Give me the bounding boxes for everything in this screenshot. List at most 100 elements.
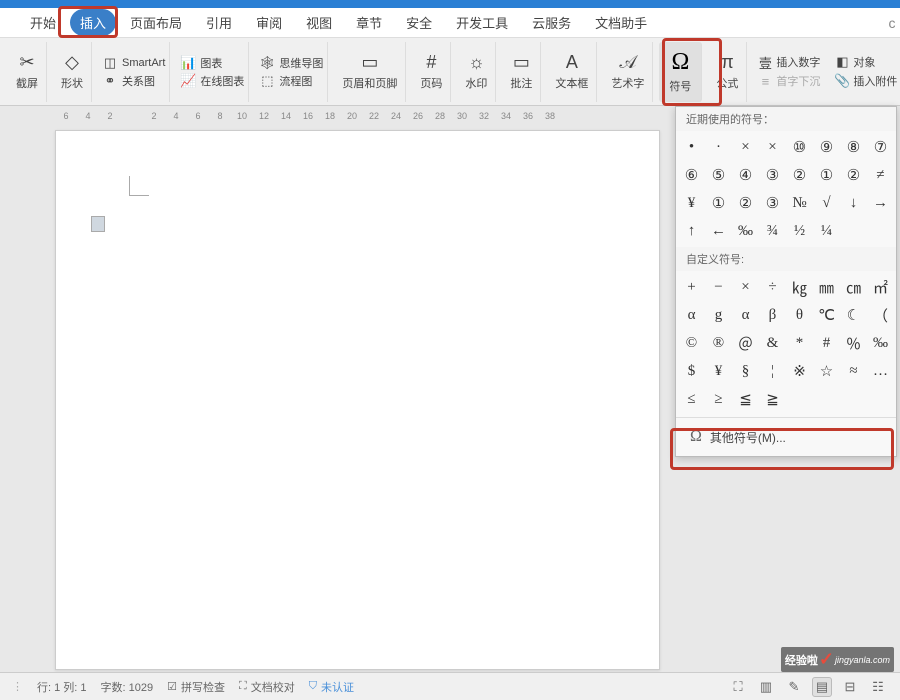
symbol-cell[interactable]: ¥: [678, 189, 705, 217]
symbol-cell[interactable]: ⑩: [786, 133, 813, 161]
object-button[interactable]: ◧对象: [834, 54, 897, 70]
symbol-cell[interactable]: ≠: [867, 161, 894, 189]
symbol-cell[interactable]: ①: [813, 161, 840, 189]
symbol-cell[interactable]: +: [678, 273, 705, 301]
symbol-cell[interactable]: α: [678, 301, 705, 329]
symbol-cell[interactable]: ㎝: [840, 273, 867, 301]
status-line-col[interactable]: 行: 1 列: 1: [37, 679, 87, 695]
symbol-cell[interactable]: §: [732, 357, 759, 385]
symbol-cell[interactable]: ¦: [759, 357, 786, 385]
symbol-cell[interactable]: ℃: [813, 301, 840, 329]
insert-number-button[interactable]: 壹插入数字: [757, 54, 820, 70]
symbol-cell[interactable]: ＠: [732, 329, 759, 357]
menu-cloud[interactable]: 云服务: [522, 9, 581, 36]
view-edit-button[interactable]: ✎: [784, 677, 804, 697]
shape-button[interactable]: ◇ 形状: [53, 42, 92, 102]
symbol-cell[interactable]: →: [867, 189, 894, 217]
page-number-button[interactable]: # 页码: [412, 42, 451, 102]
symbol-cell[interactable]: −: [705, 273, 732, 301]
mindmap-button[interactable]: 🕸思维导图: [259, 55, 323, 71]
status-spell-check[interactable]: ☑拼写检查: [167, 679, 225, 695]
symbol-cell[interactable]: ⑥: [678, 161, 705, 189]
menu-page-layout[interactable]: 页面布局: [120, 9, 192, 36]
first-underline-button[interactable]: ≡首字下沉: [757, 73, 820, 89]
symbol-cell[interactable]: ‰: [867, 329, 894, 357]
symbol-cell[interactable]: ®: [705, 329, 732, 357]
menu-review[interactable]: 审阅: [246, 9, 292, 36]
menu-dev-tools[interactable]: 开发工具: [446, 9, 518, 36]
symbol-cell[interactable]: ③: [759, 189, 786, 217]
symbol-cell[interactable]: ×: [732, 133, 759, 161]
insert-attachment-button[interactable]: 📎插入附件: [834, 73, 897, 89]
symbol-cell[interactable]: ≧: [759, 385, 786, 413]
symbol-cell[interactable]: ⑧: [840, 133, 867, 161]
status-doc-proof[interactable]: ⛶文档校对: [239, 679, 295, 695]
status-word-count[interactable]: 字数: 1029: [101, 679, 154, 695]
symbol-cell[interactable]: ≥: [705, 385, 732, 413]
symbol-cell[interactable]: ≦: [732, 385, 759, 413]
view-fullscreen-button[interactable]: ⛶: [728, 677, 748, 697]
symbol-cell[interactable]: №: [786, 189, 813, 217]
symbol-cell[interactable]: ≈: [840, 357, 867, 385]
menu-view[interactable]: 视图: [296, 9, 342, 36]
symbol-cell[interactable]: ¼: [813, 217, 840, 245]
symbol-cell[interactable]: ×: [759, 133, 786, 161]
symbol-cell[interactable]: …: [867, 357, 894, 385]
symbol-cell[interactable]: θ: [786, 301, 813, 329]
symbol-cell[interactable]: ←: [705, 217, 732, 245]
smartart-button[interactable]: ◫SmartArt: [102, 55, 165, 71]
symbol-cell[interactable]: #: [813, 329, 840, 357]
symbol-cell[interactable]: ©: [678, 329, 705, 357]
menu-security[interactable]: 安全: [396, 9, 442, 36]
header-footer-button[interactable]: ▭ 页眉和页脚: [334, 42, 406, 102]
symbol-cell[interactable]: ×: [732, 273, 759, 301]
view-web-button[interactable]: ☷: [868, 677, 888, 697]
symbol-cell[interactable]: g: [705, 301, 732, 329]
symbol-cell[interactable]: （: [867, 301, 894, 329]
flowchart-button[interactable]: ⬚流程图: [259, 73, 323, 89]
symbol-cell[interactable]: ※: [786, 357, 813, 385]
menu-insert[interactable]: 插入: [70, 9, 116, 36]
symbol-cell[interactable]: ③: [759, 161, 786, 189]
symbol-cell[interactable]: ②: [840, 161, 867, 189]
symbol-cell[interactable]: ㎜: [813, 273, 840, 301]
symbol-cell[interactable]: ①: [705, 189, 732, 217]
screenshot-button[interactable]: ✂ 截屏: [8, 42, 47, 102]
formula-button[interactable]: π 公式: [708, 42, 747, 102]
chart-button[interactable]: 📊图表: [180, 55, 244, 71]
symbol-cell[interactable]: ·: [705, 133, 732, 161]
symbol-cell[interactable]: ¾: [759, 217, 786, 245]
symbol-cell[interactable]: ↑: [678, 217, 705, 245]
symbol-cell[interactable]: √: [813, 189, 840, 217]
symbol-cell[interactable]: ⑨: [813, 133, 840, 161]
online-chart-button[interactable]: 📈在线图表: [180, 73, 244, 89]
wordart-button[interactable]: 𝒜 艺术字: [603, 42, 653, 102]
symbol-cell[interactable]: ％: [840, 329, 867, 357]
symbol-cell[interactable]: ☾: [840, 301, 867, 329]
symbol-cell[interactable]: ÷: [759, 273, 786, 301]
symbol-cell[interactable]: ②: [786, 161, 813, 189]
document-canvas[interactable]: [55, 130, 660, 670]
symbol-cell[interactable]: ⑤: [705, 161, 732, 189]
symbol-dropdown-button[interactable]: Ω 符号: [659, 42, 702, 102]
symbol-cell[interactable]: $: [678, 357, 705, 385]
relation-button[interactable]: ⚭关系图: [102, 73, 165, 89]
symbol-cell[interactable]: ⑦: [867, 133, 894, 161]
symbol-cell[interactable]: *: [786, 329, 813, 357]
symbol-cell[interactable]: ㎏: [786, 273, 813, 301]
symbol-cell[interactable]: •: [678, 133, 705, 161]
symbol-cell[interactable]: ¥: [705, 357, 732, 385]
symbol-cell[interactable]: &: [759, 329, 786, 357]
symbol-cell[interactable]: ④: [732, 161, 759, 189]
symbol-cell[interactable]: ㎡: [867, 273, 894, 301]
symbol-cell[interactable]: ‰: [732, 217, 759, 245]
menu-doc-helper[interactable]: 文档助手: [585, 9, 657, 36]
symbol-cell[interactable]: ②: [732, 189, 759, 217]
textbox-button[interactable]: A 文本框: [547, 42, 597, 102]
view-outline-button[interactable]: ⊟: [840, 677, 860, 697]
symbol-cell[interactable]: α: [732, 301, 759, 329]
symbol-cell[interactable]: ↓: [840, 189, 867, 217]
more-symbols-button[interactable]: Ω 其他符号(M)...: [676, 417, 896, 456]
view-print-button[interactable]: ▤: [812, 677, 832, 697]
status-auth[interactable]: ⛉未认证: [309, 679, 354, 695]
